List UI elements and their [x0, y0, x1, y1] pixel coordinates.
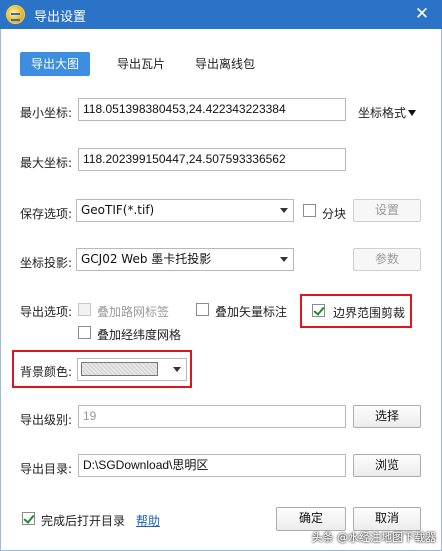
min-coord-label: 最小坐标: — [20, 106, 73, 120]
max-coord-label: 最大坐标: — [20, 156, 73, 170]
chevron-down-icon — [280, 257, 288, 262]
projection-value: GCJ02 Web 墨卡托投影 — [81, 252, 212, 266]
projection-select[interactable]: GCJ02 Web 墨卡托投影 — [76, 248, 294, 271]
vector-labels-checkbox[interactable] — [196, 303, 209, 316]
chevron-down-icon — [173, 367, 181, 372]
road-labels-label: 叠加路网标签 — [97, 305, 170, 319]
background-color-label: 背景颜色: — [20, 365, 73, 379]
split-label: 分块 — [322, 207, 347, 221]
coord-format-label: 坐标格式 — [358, 106, 407, 120]
ok-button[interactable]: 确定 — [276, 507, 346, 531]
road-labels-checkbox[interactable] — [78, 303, 91, 316]
open-directory-checkbox[interactable] — [22, 512, 35, 525]
select-level-button[interactable]: 选择 — [353, 405, 421, 428]
vector-labels-label: 叠加矢量标注 — [215, 305, 288, 319]
export-level-input[interactable]: 19 — [78, 405, 346, 428]
split-checkbox[interactable] — [303, 204, 316, 217]
close-icon[interactable]: ✕ — [412, 3, 432, 25]
app-logo-icon — [6, 5, 25, 24]
caret-down-icon — [408, 110, 417, 116]
save-format-select[interactable]: GeoTIF(*.tif) — [76, 199, 294, 222]
coord-format-menu[interactable]: 坐标格式 — [358, 104, 417, 121]
params-button[interactable]: 参数 — [353, 248, 421, 271]
graticule-checkbox[interactable] — [78, 326, 91, 339]
export-level-label: 导出级别: — [20, 413, 73, 427]
boundary-clip-checkbox[interactable] — [312, 304, 325, 317]
settings-button[interactable]: 设置 — [353, 199, 421, 222]
save-option-label: 保存选项: — [20, 207, 73, 221]
help-link[interactable]: 帮助 — [136, 512, 160, 529]
watermark: 头条 @水经注地图下载器 — [311, 531, 437, 544]
browse-button[interactable]: 浏览 — [353, 454, 421, 477]
max-coord-input[interactable]: 118.202399150447,24.507593336562 — [78, 148, 346, 171]
color-swatch — [81, 362, 158, 376]
tab-export-tiles[interactable]: 导出瓦片 — [106, 52, 176, 76]
open-directory-label: 完成后打开目录 — [41, 514, 126, 528]
export-options-label: 导出选项: — [20, 305, 73, 319]
min-coord-input[interactable]: 118.051398380453,24.422343223384 — [78, 98, 346, 121]
save-format-value: GeoTIF(*.tif) — [81, 203, 155, 217]
title-bar: 导出设置 ✕ — [0, 0, 442, 29]
cancel-button[interactable]: 取消 — [353, 507, 421, 531]
projection-label: 坐标投影: — [20, 256, 73, 270]
chevron-down-icon — [280, 208, 288, 213]
tab-export-offline-package[interactable]: 导出离线包 — [187, 52, 263, 76]
tab-export-image[interactable]: 导出大图 — [20, 52, 90, 76]
graticule-label: 叠加经纬度网格 — [97, 328, 182, 342]
export-directory-input[interactable]: D:\SGDownload\思明区 — [78, 454, 346, 477]
window-title: 导出设置 — [34, 10, 87, 25]
export-directory-label: 导出目录: — [20, 462, 73, 476]
boundary-clip-label: 边界范围剪裁 — [333, 306, 406, 320]
